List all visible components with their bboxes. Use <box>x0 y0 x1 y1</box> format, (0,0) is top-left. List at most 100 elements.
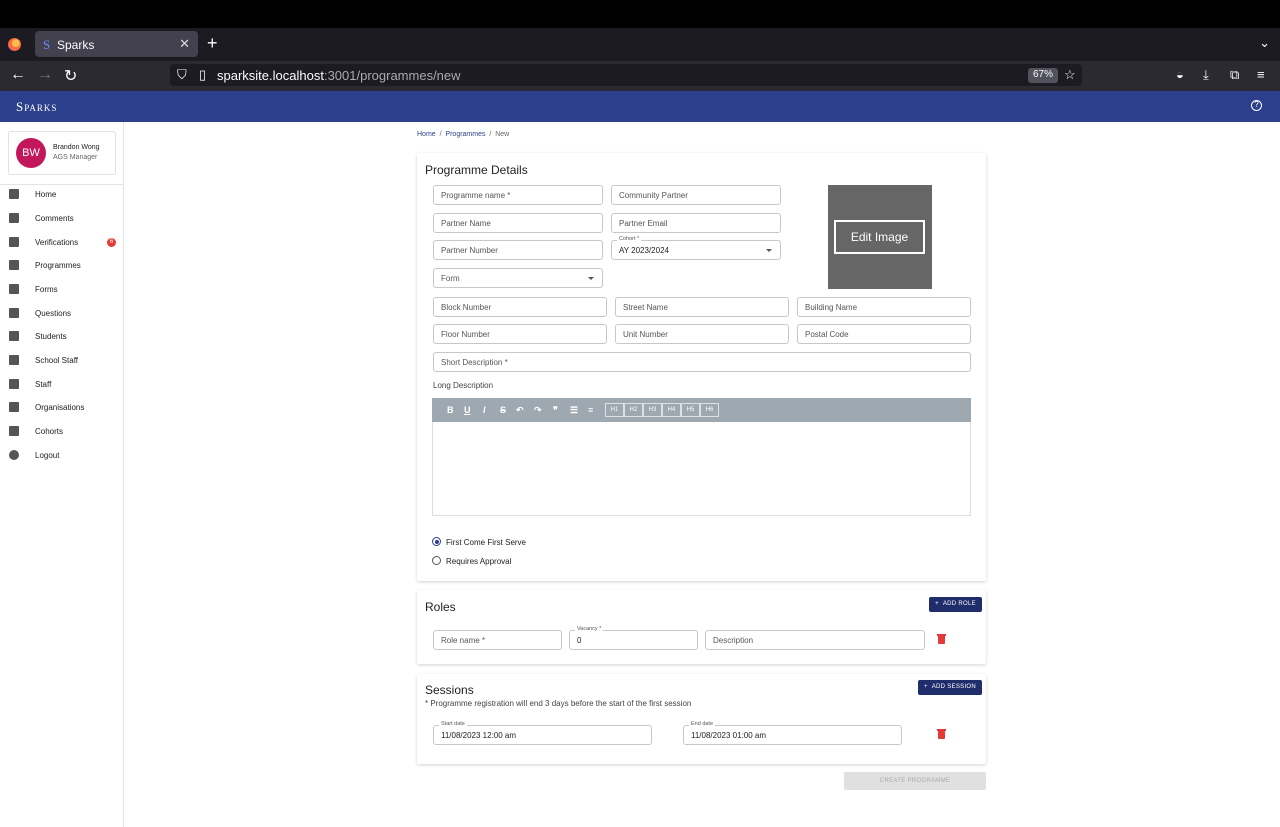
breadcrumb-programmes[interactable]: Programmes <box>445 131 485 138</box>
roles-card <box>417 590 986 664</box>
add-session-button[interactable]: + ADD SESSION <box>918 680 982 695</box>
zoom-badge[interactable]: 67% <box>1028 68 1059 83</box>
italic-icon[interactable]: I <box>483 405 486 415</box>
end-date-value: 11/08/2023 01:00 am <box>691 731 767 740</box>
brand-logo[interactable]: Sparks <box>16 99 57 115</box>
sidebar-item-programmes[interactable]: Programmes <box>0 256 123 276</box>
sidebar-item-logout[interactable]: Logout <box>0 446 123 466</box>
placeholder: Form <box>441 274 460 283</box>
user-name: Brandon Wong <box>53 144 100 151</box>
floor-number-input[interactable]: Floor Number <box>433 324 607 344</box>
role-description-input[interactable]: Description <box>705 630 925 650</box>
tab-close-icon[interactable]: ✕ <box>179 36 190 52</box>
redo-icon[interactable]: ↷ <box>534 405 542 416</box>
underline-icon[interactable]: U <box>464 405 471 415</box>
community-partner-input[interactable]: Community Partner <box>611 185 781 205</box>
radio-requires-approval[interactable] <box>432 556 441 565</box>
programme-name-input[interactable]: Programme name * <box>433 185 603 205</box>
numbered-list-icon[interactable]: ≡ <box>588 405 593 415</box>
url-text[interactable]: sparksite.localhost:3001/programmes/new <box>217 68 461 83</box>
sidebar-item-forms[interactable]: Forms <box>0 280 123 300</box>
strikethrough-icon[interactable]: S <box>500 405 506 415</box>
street-name-input[interactable]: Street Name <box>615 297 789 317</box>
breadcrumb-sep: / <box>439 131 442 138</box>
bulleted-list-icon[interactable]: ☰ <box>570 405 578 416</box>
partner-number-input[interactable]: Partner Number <box>433 240 603 260</box>
heading-6-button[interactable]: H6 <box>700 403 719 417</box>
vacancy-label: Vacancy * <box>575 626 604 632</box>
heading-3-button[interactable]: H3 <box>643 403 662 417</box>
unit-number-input[interactable]: Unit Number <box>615 324 789 344</box>
block-number-input[interactable]: Block Number <box>433 297 607 317</box>
back-icon[interactable]: ← <box>10 66 26 84</box>
heading-4-button[interactable]: H4 <box>662 403 681 417</box>
heading-1-button[interactable]: H1 <box>605 403 624 417</box>
create-programme-button[interactable]: CREATE PROGRAMME <box>844 772 986 790</box>
radio-label-approval[interactable]: Requires Approval <box>446 557 511 566</box>
radio-label-fcfs[interactable]: First Come First Serve <box>446 538 526 547</box>
end-date-input[interactable]: End date 11/08/2023 01:00 am <box>683 721 902 745</box>
start-date-value: 11/08/2023 12:00 am <box>441 731 517 740</box>
add-role-button[interactable]: + ADD ROLE <box>929 597 982 612</box>
tab-list-chevron-icon[interactable]: ⌄ <box>1259 35 1270 51</box>
sidebar-item-school-staff[interactable]: School Staff <box>0 351 123 371</box>
section-title: Roles <box>425 600 456 614</box>
partner-name-input[interactable]: Partner Name <box>433 213 603 233</box>
cohort-select[interactable]: Cohort * AY 2023/2024 <box>611 236 781 260</box>
postal-code-input[interactable]: Postal Code <box>797 324 971 344</box>
vacancy-input[interactable]: Vacancy * 0 <box>569 626 698 650</box>
placeholder: Community Partner <box>619 191 688 200</box>
bookmark-star-icon[interactable]: ☆ <box>1064 67 1076 83</box>
placeholder: Description <box>713 636 754 645</box>
short-description-input[interactable]: Short Description * <box>433 352 971 372</box>
quote-icon[interactable]: ❞ <box>553 405 558 416</box>
delete-session-icon[interactable] <box>937 729 946 739</box>
forward-icon[interactable]: → <box>37 66 53 84</box>
sidebar-item-questions[interactable]: Questions <box>0 304 123 324</box>
sidebar-item-cohorts[interactable]: Cohorts <box>0 422 123 442</box>
end-date-label: End date <box>689 721 716 727</box>
new-tab-icon[interactable]: + <box>207 33 218 54</box>
role-name-input[interactable]: Role name * <box>433 630 562 650</box>
tab-title: Sparks <box>57 38 95 52</box>
school-staff-icon <box>9 355 19 365</box>
sessions-note: * Programme registration will end 3 days… <box>425 699 692 708</box>
help-icon[interactable]: ? <box>1251 100 1262 111</box>
heading-2-button[interactable]: H2 <box>624 403 643 417</box>
radio-first-come-first-serve[interactable] <box>432 537 441 546</box>
menu-icon[interactable]: ≡ <box>1257 67 1265 82</box>
sidebar-item-staff[interactable]: Staff <box>0 375 123 395</box>
checkbox-icon <box>9 237 19 247</box>
shield-icon[interactable]: ⛉ <box>177 67 187 83</box>
extensions-icon[interactable]: ⧉ <box>1230 67 1239 83</box>
placeholder: Street Name <box>623 303 668 312</box>
placeholder: Unit Number <box>623 330 668 339</box>
form-select[interactable]: Form <box>433 268 603 288</box>
sidebar-item-verifications[interactable]: Verifications 6 <box>0 233 123 253</box>
home-icon <box>9 189 19 199</box>
firefox-icon[interactable] <box>8 38 21 51</box>
browser-tab[interactable]: S Sparks ✕ <box>35 31 198 57</box>
sidebar-item-students[interactable]: Students <box>0 327 123 347</box>
long-description-editor[interactable] <box>432 422 971 516</box>
undo-icon[interactable]: ↶ <box>516 405 524 416</box>
sidebar-item-comments[interactable]: Comments <box>0 209 123 229</box>
sidebar-item-label: Programmes <box>35 261 81 270</box>
long-description-label: Long Description <box>433 381 494 390</box>
bold-icon[interactable]: B <box>447 405 454 415</box>
partner-email-input[interactable]: Partner Email <box>611 213 781 233</box>
reload-icon[interactable]: ↻ <box>64 66 77 86</box>
edit-image-button[interactable]: Edit Image <box>834 220 925 254</box>
pocket-icon[interactable]: ◒ <box>1176 67 1184 82</box>
heading-5-button[interactable]: H5 <box>681 403 700 417</box>
start-date-input[interactable]: Start date 11/08/2023 12:00 am <box>433 721 652 745</box>
breadcrumb-home[interactable]: Home <box>417 131 436 138</box>
section-title: Sessions <box>425 683 474 697</box>
building-name-input[interactable]: Building Name <box>797 297 971 317</box>
sidebar-item-home[interactable]: Home <box>0 185 123 205</box>
placeholder: Partner Number <box>441 246 498 255</box>
download-icon[interactable]: ⤓ <box>1203 67 1209 83</box>
sidebar-item-organisations[interactable]: Organisations <box>0 398 123 418</box>
cohort-value: AY 2023/2024 <box>619 246 669 255</box>
delete-role-icon[interactable] <box>937 634 946 644</box>
